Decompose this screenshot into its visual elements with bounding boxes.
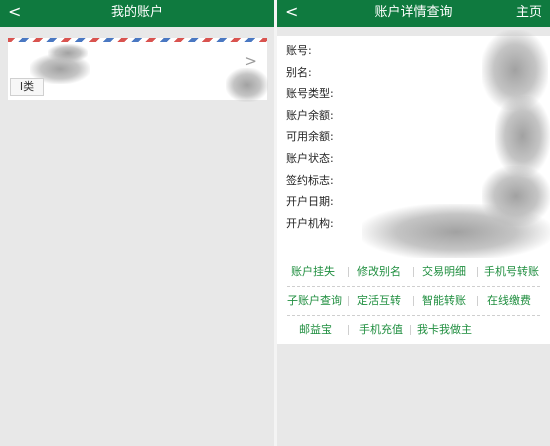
separator — [348, 267, 349, 277]
separator — [477, 267, 478, 277]
field-label-account-type: 账号类型: — [286, 87, 334, 101]
sub-account-query-link[interactable]: 子账户查询 — [287, 294, 342, 308]
field-label-signing-flag: 签约标志: — [286, 173, 334, 187]
account-class-tag: I类 — [10, 78, 44, 96]
online-payment-link[interactable]: 在线缴费 — [487, 294, 531, 308]
redaction-smudge — [48, 44, 88, 62]
account-detail-screen: < 账户详情查询 主页 账号: 别名: 账号类型: 账户余额: 可用余额: 账户… — [277, 0, 550, 446]
report-loss-link[interactable]: 账户挂失 — [291, 265, 335, 279]
field-label-account-status: 账户状态: — [286, 151, 334, 165]
my-card-my-control-link[interactable]: 我卡我做主 — [417, 323, 472, 337]
home-button[interactable]: 主页 — [516, 5, 542, 21]
phone-transfer-link[interactable]: 手机号转账 — [484, 265, 539, 279]
page-title: 我的账户 — [110, 5, 163, 20]
action-grid: 账户挂失 修改别名 交易明细 手机号转账 子账户查询 定活互转 智能转账 在线缴… — [277, 258, 550, 344]
field-label-alias: 别名: — [286, 65, 312, 79]
redaction-smudge — [362, 204, 550, 260]
account-card[interactable]: > I类 — [8, 38, 268, 102]
airmail-border — [8, 38, 267, 42]
right-header-bar: < 账户详情查询 主页 — [277, 0, 550, 27]
action-row: 子账户查询 定活互转 智能转账 在线缴费 — [277, 287, 550, 315]
smart-transfer-link[interactable]: 智能转账 — [422, 294, 466, 308]
redaction-smudge — [226, 68, 268, 102]
page-title: 账户详情查询 — [374, 5, 453, 20]
action-row: 邮益宝 手机充值 我卡我做主 — [277, 316, 550, 344]
field-label-available-balance: 可用余额: — [286, 130, 334, 144]
separator — [477, 296, 478, 306]
field-label-account-number: 账号: — [286, 44, 312, 57]
edit-alias-link[interactable]: 修改别名 — [357, 265, 401, 279]
transaction-details-link[interactable]: 交易明细 — [422, 265, 466, 279]
field-list: 账号: 别名: 账号类型: 账户余额: 可用余额: 账户状态: 签约标志: 开户… — [286, 44, 334, 238]
left-header-bar: < 我的账户 — [0, 0, 274, 27]
youyibao-link[interactable]: 邮益宝 — [299, 323, 332, 337]
separator — [413, 267, 414, 277]
chevron-right-icon[interactable]: > — [244, 52, 257, 70]
separator — [348, 325, 349, 335]
account-detail-panel: 账号: 别名: 账号类型: 账户余额: 可用余额: 账户状态: 签约标志: 开户… — [277, 30, 550, 260]
separator — [348, 296, 349, 306]
separator — [413, 296, 414, 306]
fixed-current-transfer-link[interactable]: 定活互转 — [357, 294, 401, 308]
separator — [410, 325, 411, 335]
mobile-topup-link[interactable]: 手机充值 — [359, 323, 403, 337]
my-accounts-screen: < 我的账户 > I类 — [0, 0, 274, 446]
field-label-open-date: 开户日期: — [286, 195, 334, 209]
redaction-smudge — [495, 96, 550, 176]
field-label-balance: 账户余额: — [286, 108, 334, 122]
field-label-open-branch: 开户机构: — [286, 216, 334, 230]
action-row: 账户挂失 修改别名 交易明细 手机号转账 — [277, 258, 550, 286]
